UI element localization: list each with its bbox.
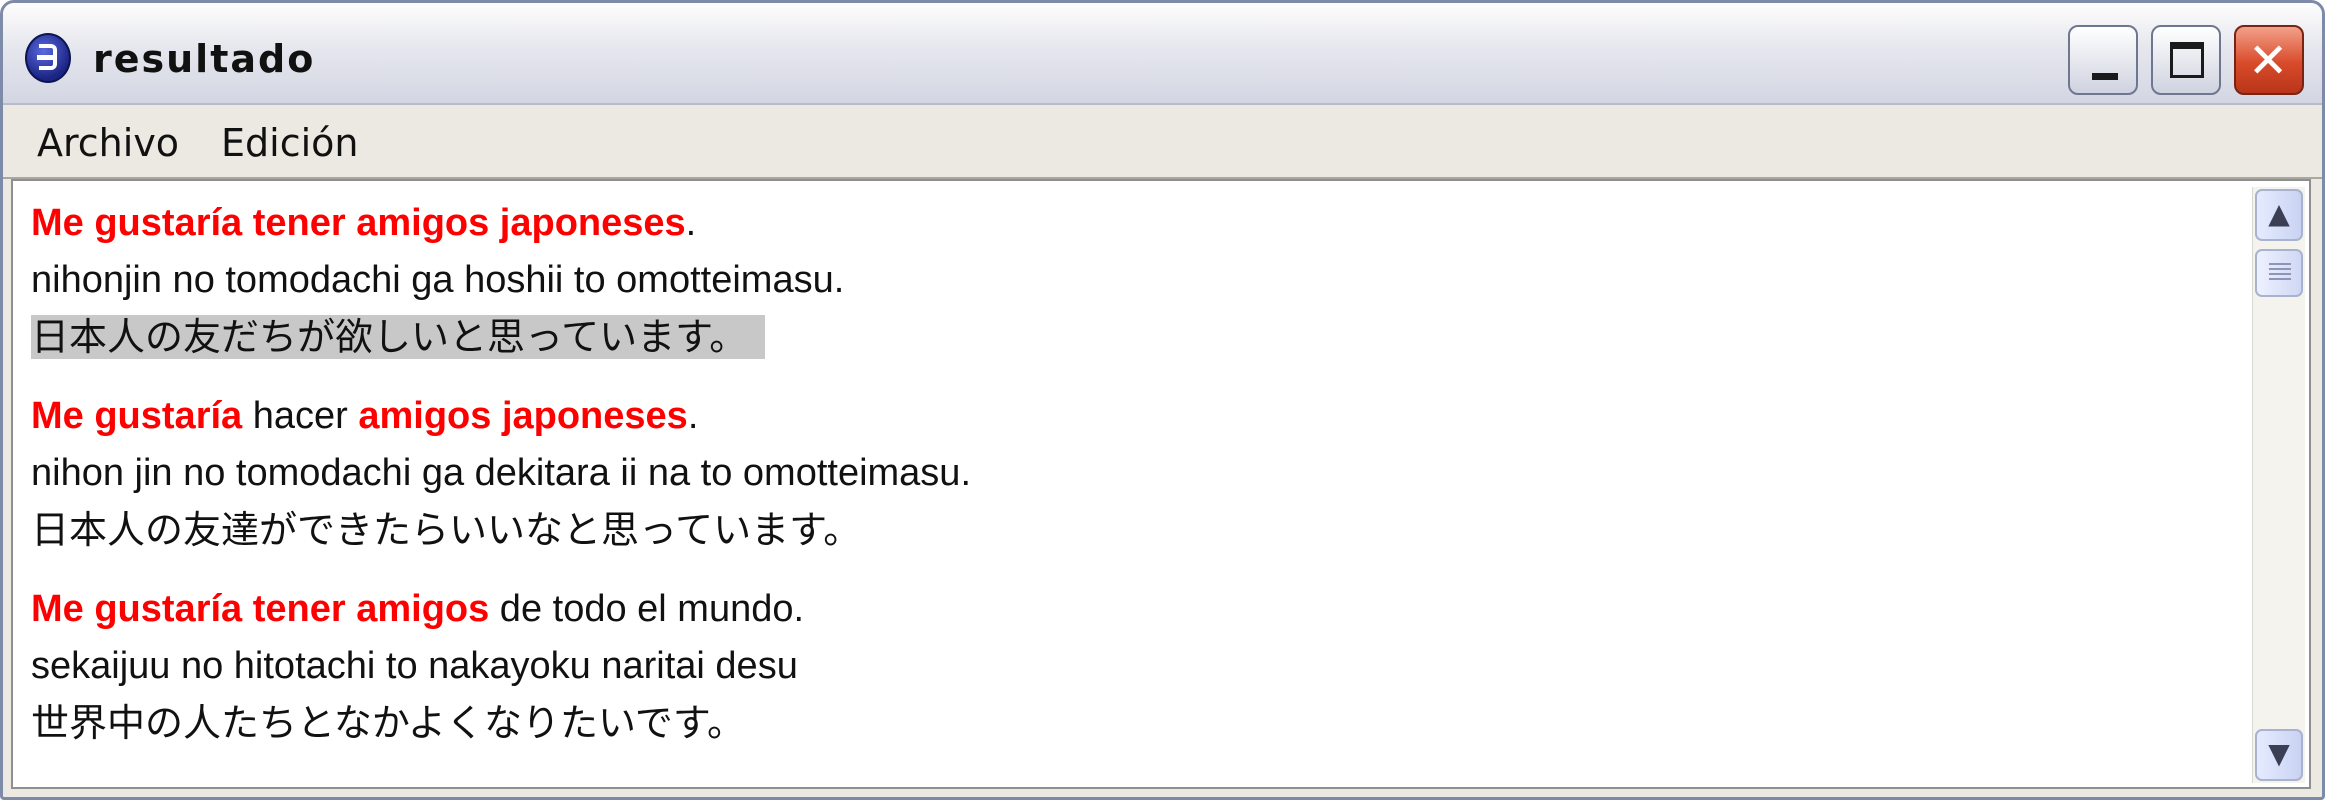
results-list: Me gustaría tener amigos japoneses. niho…: [31, 195, 2251, 752]
chevron-down-icon: ▼: [2268, 737, 2290, 770]
minimize-icon: [2092, 73, 2118, 80]
results-text-area[interactable]: Me gustaría tener amigos japoneses. niho…: [11, 179, 2311, 789]
result-1-spanish: Me gustaría tener amigos japoneses.: [31, 195, 2251, 252]
highlighted-phrase: Me gustaría: [31, 395, 243, 437]
highlighted-phrase: amigos japoneses: [358, 395, 688, 437]
maximize-icon: [2170, 42, 2204, 78]
app-circle-icon[interactable]: [25, 33, 71, 83]
menu-bar: Archivo Edición: [3, 105, 2322, 179]
selected-text[interactable]: 日本人の友だちが欲しいと思っています。: [31, 315, 766, 359]
grip-icon: [2269, 263, 2291, 283]
plain-phrase: .: [687, 395, 699, 437]
close-icon: ✕: [2248, 33, 2289, 89]
minimize-button[interactable]: [2068, 25, 2138, 95]
result-2-spanish: Me gustaría hacer amigos japoneses.: [31, 388, 2251, 445]
menu-edicion[interactable]: Edición: [215, 117, 364, 169]
result-3-japanese: 世界中の人たちとなかよくなりたいです。: [31, 701, 746, 745]
highlighted-phrase: Me gustaría tener amigos japoneses: [31, 202, 686, 244]
title-bar[interactable]: resultado ✕: [3, 3, 2322, 105]
close-button[interactable]: ✕: [2234, 25, 2304, 95]
vertical-scrollbar[interactable]: ▲ ▼: [2252, 187, 2305, 783]
result-3-romaji: sekaijuu no hitotachi to nakayoku narita…: [31, 645, 798, 687]
scrollbar-thumb[interactable]: [2255, 249, 2303, 297]
result-2-romaji: nihon jin no tomodachi ga dekitara ii na…: [31, 452, 971, 494]
result-window: resultado ✕ Archivo Edición Me gustaría …: [0, 0, 2325, 800]
result-1-japanese[interactable]: 日本人の友だちが欲しいと思っています。: [31, 309, 2251, 366]
maximize-button[interactable]: [2151, 25, 2221, 95]
highlighted-phrase: Me gustaría tener amigos: [31, 588, 490, 630]
result-3-spanish: Me gustaría tener amigos de todo el mund…: [31, 581, 2251, 638]
window-title: resultado: [93, 37, 316, 81]
chevron-up-icon: ▲: [2268, 197, 2290, 230]
scroll-up-button[interactable]: ▲: [2255, 189, 2303, 241]
result-2-japanese: 日本人の友達ができたらいいなと思っています。: [31, 508, 862, 552]
scroll-down-button[interactable]: ▼: [2255, 729, 2303, 781]
plain-phrase: hacer: [242, 395, 359, 437]
result-1-romaji: nihonjin no tomodachi ga hoshii to omott…: [31, 259, 845, 301]
menu-archivo[interactable]: Archivo: [31, 117, 185, 169]
plain-phrase: .: [685, 202, 697, 244]
plain-phrase: de todo el mundo.: [489, 588, 805, 630]
